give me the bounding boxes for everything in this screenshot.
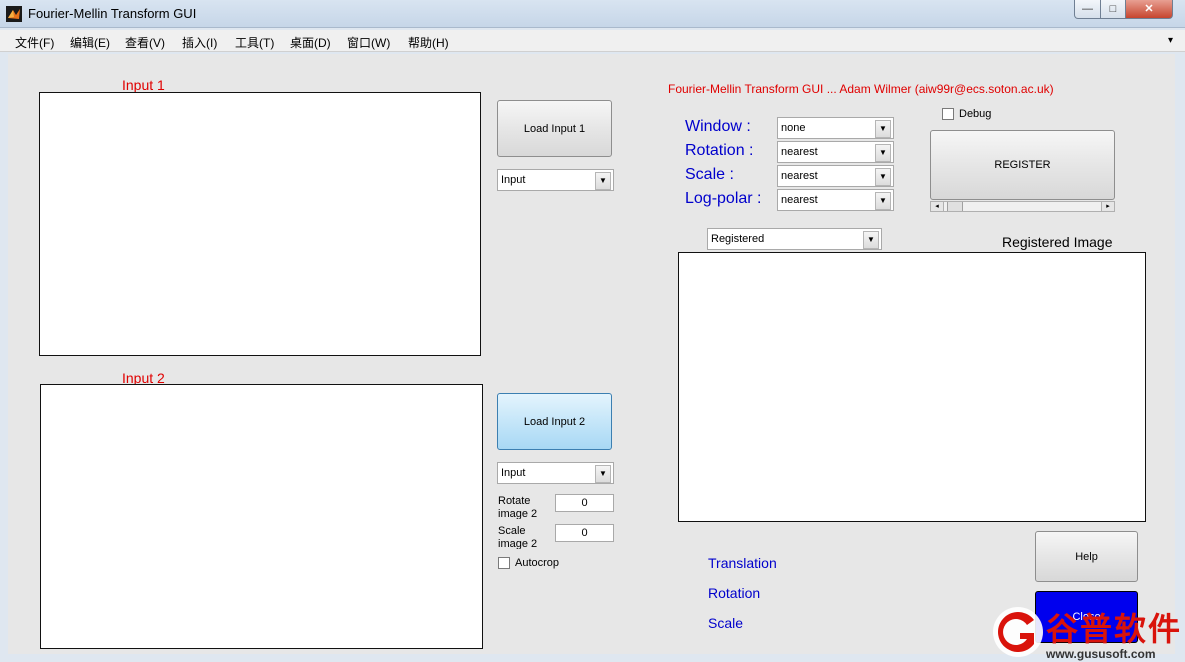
gususoft-logo-icon [993,607,1043,657]
scale-option-value: nearest [781,170,818,182]
chevron-down-icon: ▼ [875,192,891,210]
registered-image-axes[interactable] [678,252,1146,522]
output-view-select-value: Registered [711,233,765,245]
scale-option-select[interactable]: nearest ▼ [777,165,894,187]
output-view-select[interactable]: Registered ▼ [707,228,882,250]
input1-view-select-value: Input [501,174,526,186]
rotation-option-label: Rotation : [685,142,754,159]
chevron-down-icon: ▼ [595,172,611,190]
input1-axes[interactable] [39,92,481,356]
menu-insert[interactable]: 插入(I) [182,34,217,51]
autocrop-checkbox[interactable] [498,557,510,569]
chevron-down-icon: ▼ [595,465,611,483]
logpolar-option-label: Log-polar : [685,190,762,207]
menu-help[interactable]: 帮助(H) [408,34,449,51]
chevron-down-icon: ▼ [875,144,891,162]
registered-image-title: Registered Image [1002,234,1113,250]
logpolar-option-select[interactable]: nearest ▼ [777,189,894,211]
rotate-image2-input[interactable]: 0 [555,494,614,512]
close-window-button[interactable]: ✕ [1125,0,1173,19]
input2-view-select-value: Input [501,467,526,479]
debug-checkbox[interactable] [942,108,954,120]
input2-view-select[interactable]: Input ▼ [497,462,614,484]
window-option-label: Window : [685,118,751,135]
load-input2-button[interactable]: Load Input 2 [497,393,612,450]
rotation-result-label: Rotation [708,585,761,601]
debug-label: Debug [959,108,992,120]
watermark-brand: 谷普软件 [1046,611,1183,647]
input2-axes[interactable] [40,384,483,649]
menu-tools[interactable]: 工具(T) [235,34,274,51]
translation-result-label: Translation [708,555,777,571]
chevron-down-icon: ▼ [863,231,879,249]
input1-view-select[interactable]: Input ▼ [497,169,614,191]
menu-overflow-icon[interactable]: ▾ [1168,35,1173,46]
menu-file[interactable]: 文件(F) [15,34,54,51]
minimize-button[interactable]: — [1074,0,1101,19]
menu-window[interactable]: 窗口(W) [347,34,390,51]
menu-bar: 文件(F) 编辑(E) 查看(V) 插入(I) 工具(T) 桌面(D) 窗口(W… [0,30,1185,52]
watermark-url: www.gususoft.com [1046,647,1156,661]
window-option-value: none [781,122,806,134]
scale-image2-label: Scale image 2 [498,525,538,549]
chevron-down-icon: ▼ [875,120,891,138]
help-button[interactable]: Help [1035,531,1138,582]
window-title: Fourier-Mellin Transform GUI [28,6,197,21]
slider-thumb[interactable] [947,202,963,211]
window-option-select[interactable]: none ▼ [777,117,894,139]
scale-result-label: Scale [708,615,744,631]
rotate-image2-label: Rotate image 2 [498,495,538,519]
slider-right-icon[interactable]: ▸ [1101,202,1114,211]
title-bar[interactable]: Fourier-Mellin Transform GUI — □ ✕ [0,0,1185,28]
register-slider[interactable]: ◂ ▸ [930,201,1115,212]
author-credit: Fourier-Mellin Transform GUI ... Adam Wi… [668,82,1054,96]
input1-title: Input 1 [122,77,165,93]
rotation-option-select[interactable]: nearest ▼ [777,141,894,163]
chevron-down-icon: ▼ [875,168,891,186]
menu-view[interactable]: 查看(V) [125,34,165,51]
scale-image2-input[interactable]: 0 [555,524,614,542]
load-input1-button[interactable]: Load Input 1 [497,100,612,157]
menu-desktop[interactable]: 桌面(D) [290,34,331,51]
matlab-icon [6,6,22,22]
maximize-button[interactable]: □ [1100,0,1126,19]
slider-left-icon[interactable]: ◂ [931,202,944,211]
autocrop-label: Autocrop [515,557,560,569]
register-button[interactable]: REGISTER [930,130,1115,200]
menu-edit[interactable]: 编辑(E) [70,34,110,51]
scale-option-label: Scale : [685,166,734,183]
logpolar-option-value: nearest [781,194,818,206]
rotation-option-value: nearest [781,146,818,158]
